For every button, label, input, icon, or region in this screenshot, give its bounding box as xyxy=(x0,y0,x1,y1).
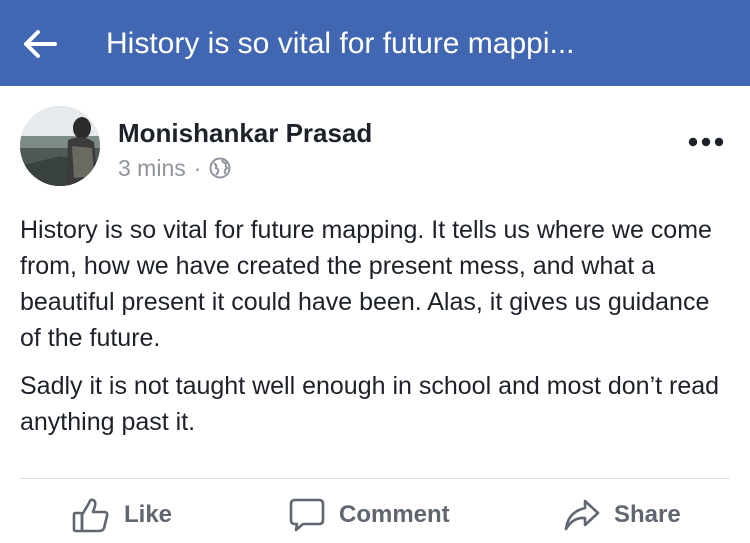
profile-photo xyxy=(20,106,100,186)
meta-separator: · xyxy=(193,154,202,181)
like-label: Like xyxy=(124,501,173,528)
more-options-button[interactable] xyxy=(684,124,728,160)
avatar[interactable] xyxy=(20,106,100,186)
back-arrow-icon xyxy=(24,30,57,58)
like-button[interactable]: Like xyxy=(72,493,172,537)
post-paragraph: History is so vital for future mapping. … xyxy=(20,216,712,352)
more-options-icon xyxy=(688,137,724,147)
post-paragraph: Sadly it is not taught well enough in sc… xyxy=(20,372,720,436)
author-name[interactable]: Monishankar Prasad xyxy=(118,116,372,150)
comment-label: Comment xyxy=(339,501,450,528)
globe-icon[interactable] xyxy=(209,157,231,179)
share-label: Share xyxy=(614,501,681,528)
thumbs-up-icon xyxy=(72,498,109,533)
back-button[interactable] xyxy=(18,22,62,66)
page-title: History is so vital for future mappi... xyxy=(106,27,575,60)
divider xyxy=(20,478,730,479)
comment-bubble-icon xyxy=(289,498,325,532)
post-text: History is so vital for future mapping. … xyxy=(20,212,734,452)
post-meta: 3 mins · xyxy=(118,154,231,182)
share-arrow-icon xyxy=(564,499,600,531)
post-timestamp[interactable]: 3 mins xyxy=(118,155,186,182)
comment-button[interactable]: Comment xyxy=(289,493,450,537)
share-button[interactable]: Share xyxy=(564,493,681,537)
top-bar: History is so vital for future mappi... xyxy=(0,0,750,86)
